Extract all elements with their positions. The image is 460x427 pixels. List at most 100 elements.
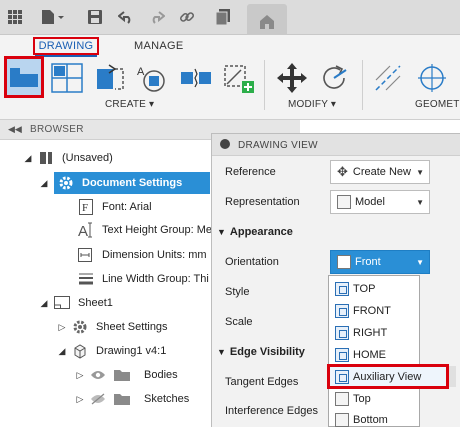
expand-triangle-icon[interactable]: ▷ [74,394,86,405]
ribbon-separator-2 [362,60,363,110]
eye-hidden-icon[interactable] [90,391,106,407]
tree-item-bodies[interactable]: ▷ Bodies [74,364,178,386]
menu-item-right-upper[interactable]: RIGHT [329,322,421,343]
scale-label: Scale [225,316,253,328]
dropdown-arrow-icon: ▼ [416,257,424,267]
view-cube-icon [335,347,349,362]
collapse-triangle-icon[interactable]: ◢ [38,298,50,309]
expand-triangle-icon[interactable]: ▷ [74,370,86,381]
sheet-settings-label: Sheet Settings [96,321,168,333]
save-icon[interactable] [86,8,104,26]
tree-item-sheet-settings[interactable]: ▷ Sheet Settings [56,316,168,338]
representation-dropdown[interactable]: Model ▼ [330,190,430,214]
view-cube-icon [335,303,349,318]
menu-item-top[interactable]: Top [329,388,421,409]
menu-item-label: HOME [353,348,386,361]
tree-item-text-height[interactable]: A Text Height Group: Me [78,219,212,241]
orientation-value: Front [355,256,381,268]
app-grid-icon[interactable] [6,8,24,26]
collapse-triangle-icon[interactable]: ◢ [38,178,50,189]
geometry-group-label[interactable]: GEOMET [415,99,460,110]
section-view-button[interactable] [92,58,126,98]
collapse-triangle-icon[interactable]: ◢ [56,346,68,357]
drawing1-label: Drawing1 v4:1 [96,345,167,357]
tree-item-sheet1[interactable]: ◢ Sheet1 [38,292,113,314]
ribbon-separator [264,60,265,110]
cube-icon [337,255,351,269]
tree-item-document-settings[interactable]: Document Settings [54,172,210,194]
sheet-icon [54,295,70,311]
interference-edges-label: Interference Edges [225,405,318,417]
tree-item-line-width[interactable]: Line Width Group: Thi [78,268,209,290]
tangent-edges-label: Tangent Edges [225,376,299,388]
rotate-button[interactable] [316,58,352,98]
quick-access-toolbar [0,0,460,35]
tree-item-drawing1[interactable]: ◢ Drawing1 v4:1 [56,340,166,362]
orientation-dropdown[interactable]: Front ▼ [330,250,430,274]
panel-collapse-icon[interactable] [220,139,230,149]
tree-item-font[interactable]: F Font: Arial [78,196,152,218]
folder-icon [114,367,130,383]
menu-item-label: RIGHT [353,326,388,339]
component-icon [72,343,88,359]
undo-icon[interactable] [117,8,135,26]
section-collapse-icon[interactable]: ▼ [217,227,226,237]
home-tab[interactable] [247,4,287,35]
redo-icon[interactable] [148,8,166,26]
menu-item-label: Top [353,392,371,405]
view-cube-icon [335,369,349,384]
tree-item-sketches[interactable]: ▷ Sketches [74,388,189,410]
collapse-triangle-icon[interactable]: ◢ [22,153,34,164]
eye-icon[interactable] [90,367,106,383]
menu-item-auxiliary-view[interactable]: Auxiliary View [327,364,449,389]
data-panel-icon[interactable] [214,8,232,26]
style-label: Style [225,286,250,298]
cube-icon [335,391,349,406]
tree-item-dimension-units[interactable]: Dimension Units: mm [78,244,207,266]
panel-header[interactable]: DRAWING VIEW [212,134,460,156]
active-tab-indicator [35,55,97,57]
edge-visibility-section[interactable]: ▼ Edge Visibility [217,346,305,358]
menu-item-home[interactable]: HOME [329,344,421,365]
appearance-section[interactable]: ▼ Appearance [217,226,293,238]
sheet1-label: Sheet1 [78,297,113,309]
link-icon[interactable] [178,8,196,26]
panel-title: DRAWING VIEW [238,140,318,151]
bodies-label: Bodies [144,369,178,381]
text-height-icon: A [78,222,94,238]
sketch-button[interactable] [220,58,258,98]
dimension-icon [78,247,94,263]
folder-icon [114,391,130,407]
section-collapse-icon[interactable]: ▼ [217,347,226,357]
centerline-button[interactable] [370,58,406,98]
reference-label: Reference [225,166,276,178]
tab-drawing[interactable]: DRAWING [33,37,99,55]
model-icon [337,195,351,209]
file-menu-icon[interactable] [38,8,68,26]
dimension-units-label: Dimension Units: mm [102,249,207,261]
svg-text:A: A [78,223,88,238]
collapse-browser-icon[interactable]: ◀◀ [8,124,22,135]
center-mark-button[interactable] [414,58,450,98]
orientation-menu: TOP FRONT RIGHT HOME Auxiliary View Top … [327,275,449,427]
sketches-label: Sketches [144,393,190,405]
reference-dropdown[interactable]: ✥ Create New ▼ [330,160,430,184]
break-view-button[interactable] [178,58,214,98]
detail-view-button[interactable]: A [134,58,170,98]
tab-manage[interactable]: MANAGE [134,40,183,52]
gear-icon [58,175,74,191]
menu-item-top-upper[interactable]: TOP [329,278,421,299]
create-group-label[interactable]: CREATE ▾ [105,99,154,110]
move-button[interactable] [274,58,310,98]
orientation-label: Orientation [225,256,279,268]
projected-view-button[interactable] [50,58,84,98]
base-view-button[interactable] [4,56,44,98]
tree-root[interactable]: ◢ (Unsaved) [22,147,113,169]
cube-icon [335,412,349,427]
expand-triangle-icon[interactable]: ▷ [56,322,68,333]
menu-item-bottom[interactable]: Bottom [329,409,421,427]
menu-item-label: Bottom [353,413,388,426]
menu-item-front-upper[interactable]: FRONT [329,300,421,321]
appearance-label: Appearance [229,226,293,238]
modify-group-label[interactable]: MODIFY ▾ [288,99,336,110]
